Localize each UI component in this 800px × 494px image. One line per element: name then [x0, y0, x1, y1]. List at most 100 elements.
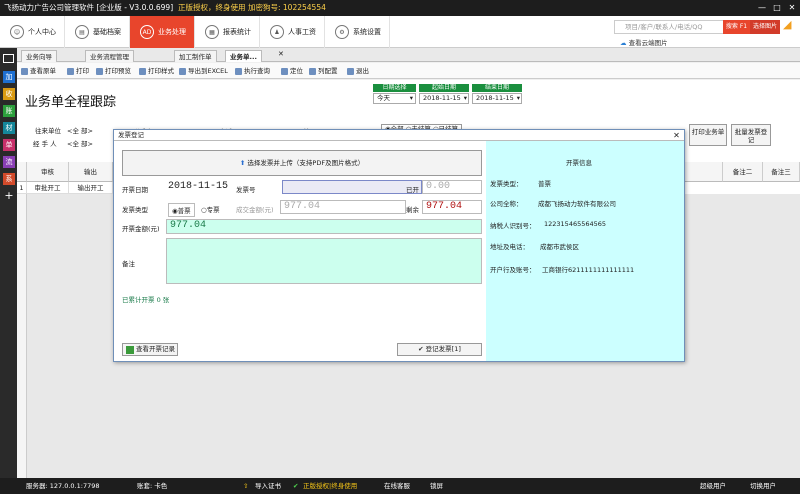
tab-bar: 业务向导 业务流程管理 加工制作单 业务单... ✕ — [17, 48, 800, 62]
run-query-button[interactable]: 执行查询 — [235, 65, 270, 77]
print-order-button[interactable]: 打印业务单 — [689, 124, 727, 146]
check-icon: ✔ — [293, 482, 299, 490]
tab-business-order[interactable]: 业务单... — [225, 50, 262, 62]
nav-basic-archive[interactable]: ▤ 基础档案 — [65, 16, 130, 48]
view-invoice-records-button[interactable]: 查看开票记录 — [122, 343, 178, 356]
chevron-down-icon: ▾ — [516, 94, 520, 102]
locate-button[interactable]: 定位 — [281, 65, 303, 77]
grid-header-audit[interactable]: 审核 — [27, 162, 69, 182]
sidebar-account[interactable]: 账 — [3, 105, 15, 117]
notify-icon[interactable]: ◢ — [783, 18, 797, 34]
sidebar-order[interactable]: 单 — [3, 139, 15, 151]
tab-business-guide[interactable]: 业务向导 — [21, 50, 57, 62]
archive-icon: ▤ — [75, 25, 89, 39]
current-user: 超级用户 — [700, 482, 726, 490]
info-type-value: 普票 — [538, 180, 551, 188]
cloud-icon: ☁ — [620, 39, 627, 47]
lock-screen-button[interactable]: 锁屏 — [430, 478, 443, 494]
status-bar: 服务器: 127.0.0.1:7798 账套: 卡色 ⇧ 导入证书 ✔ 正版授权… — [0, 478, 800, 494]
server-status: 服务器: 127.0.0.1:7798 — [26, 482, 100, 490]
invoice-amount-input[interactable]: 977.04 — [166, 219, 482, 234]
nav-personal-center[interactable]: ☺ 个人中心 — [0, 16, 65, 48]
close-icon[interactable]: ✕ — [785, 0, 799, 16]
print-style-button[interactable]: 打印样式 — [139, 65, 174, 77]
start-date-picker[interactable]: 2018-11-15 ▾ — [419, 93, 469, 104]
online-support-button[interactable]: 在线客服 — [384, 478, 410, 494]
nav-settings[interactable]: ⚙ 系统设置 — [325, 16, 390, 48]
end-date-label: 结束日期 — [472, 84, 522, 92]
date-select[interactable]: 今天 ▾ — [373, 93, 416, 104]
invoice-date-label: 开票日期 — [122, 186, 148, 194]
export-excel-button[interactable]: 导出到EXCEL — [179, 65, 228, 77]
select-image-button[interactable]: 选择图片 — [750, 20, 780, 34]
dog-number: 加密狗号: 102254554 — [248, 3, 326, 12]
start-date-label: 起始日期 — [419, 84, 469, 92]
hr-icon: ♟ — [270, 25, 284, 39]
invoiced-label: 已开 — [406, 186, 419, 194]
license-text: 正版授权，终身使用 — [178, 3, 246, 12]
maximize-icon[interactable]: □ — [770, 0, 784, 16]
grid-header-remark2[interactable]: 备注二 — [723, 162, 763, 182]
ad-icon: AD — [140, 25, 154, 39]
grid-header-remark3[interactable]: 备注三 — [763, 162, 800, 182]
column-config-button[interactable]: 列配置 — [309, 65, 338, 77]
tab-business-flow[interactable]: 业务流程管理 — [85, 50, 134, 62]
type-special-radio[interactable]: ○专票 — [201, 204, 220, 214]
exit-button[interactable]: 退出 — [347, 65, 369, 77]
invoice-count: 已累计开票 0 张 — [122, 296, 170, 304]
info-title: 开票信息 — [566, 159, 592, 167]
info-company-label: 公司全称： — [490, 200, 523, 208]
import-cert-button[interactable]: 导入证书 — [255, 478, 281, 494]
handler-select[interactable]: <全 部> — [67, 138, 93, 148]
view-original-button[interactable]: 查看原单 — [21, 65, 56, 77]
toolbar: 查看原单 打印 打印预览 打印样式 导出到EXCEL 执行查询 定位 列配置 退… — [17, 63, 800, 79]
search-button[interactable]: 搜索 F1 — [723, 20, 750, 34]
type-normal-radio[interactable]: ◉普票 — [168, 203, 195, 217]
monitor-icon[interactable] — [3, 54, 14, 63]
minimize-icon[interactable]: — — [755, 0, 769, 16]
invoice-no-input[interactable] — [282, 180, 422, 194]
invoice-dialog: 发票登记 ✕ ⬆ 选择发票并上传（支持PDF及图片格式） 开票日期 2018-1… — [113, 129, 685, 362]
tab-close-icon[interactable]: ✕ — [278, 50, 284, 58]
sidebar-system[interactable]: 系 — [3, 173, 15, 185]
invoice-amount-label: 开票金额(元) — [122, 225, 160, 233]
batch-invoice-button[interactable]: 批量发票登记 — [731, 124, 771, 146]
nav-reports[interactable]: ▦ 报表统计 — [195, 16, 260, 48]
unit-select[interactable]: <全 部> — [67, 125, 93, 135]
title-bar: 飞扬动力广告公司管理软件 [企业版 - V3.0.0.699] 正版授权，终身使… — [0, 0, 800, 16]
print-preview-button[interactable]: 打印预览 — [96, 65, 131, 77]
nav-business[interactable]: AD 业务处理 — [130, 16, 195, 48]
table-cell-audit[interactable]: 审批开工 — [27, 182, 69, 194]
table-cell-output[interactable]: 输出开工 — [69, 182, 113, 194]
sidebar-add[interactable]: 加 — [3, 71, 15, 83]
report-icon: ▦ — [205, 25, 219, 39]
register-invoice-button[interactable]: ✔ 登记发票[1] — [397, 343, 482, 356]
sidebar-flow[interactable]: 流 — [3, 156, 15, 168]
sidebar-material[interactable]: 材 — [3, 122, 15, 134]
tab-production-order[interactable]: 加工制作单 — [174, 50, 217, 62]
switch-user-button[interactable]: 切换用户 — [750, 478, 776, 494]
sidebar-plus[interactable]: + — [3, 190, 15, 202]
invoice-date-value[interactable]: 2018-11-15 — [168, 181, 228, 192]
row-number: 1 — [17, 182, 27, 194]
print-button[interactable]: 打印 — [67, 65, 89, 77]
cloud-images-link[interactable]: ☁ 查看云端图片 — [620, 37, 668, 47]
grid-header-output[interactable]: 输出 — [69, 162, 113, 182]
download-icon — [126, 346, 134, 354]
licensed-status: 正版授权|终身使用 — [303, 482, 358, 490]
invoice-no-label: 发票号 — [236, 186, 256, 194]
grid-header-corner — [17, 162, 27, 182]
sidebar-receive[interactable]: 收 — [3, 88, 15, 100]
invoice-info-panel: 开票信息 发票类型： 普票 公司全称： 成都飞扬动力软件有限公司 纳税人识别号：… — [486, 141, 684, 361]
close-icon[interactable]: ✕ — [669, 130, 684, 141]
invoiced-amount: 0.00 — [422, 180, 482, 194]
end-date-picker[interactable]: 2018-11-15 ▾ — [472, 93, 522, 104]
search-input[interactable]: 项目/客户/联系人/电话/QQ — [614, 20, 724, 34]
upload-invoice-button[interactable]: ⬆ 选择发票并上传（支持PDF及图片格式） — [122, 150, 482, 176]
info-type-label: 发票类型： — [490, 180, 523, 188]
nav-hr[interactable]: ♟ 人事工资 — [260, 16, 325, 48]
row-header-strip — [17, 194, 27, 478]
note-textarea[interactable] — [166, 238, 482, 284]
remaining-value: 977.04 — [422, 200, 482, 214]
arrow-up-icon: ⬆ — [239, 159, 246, 167]
